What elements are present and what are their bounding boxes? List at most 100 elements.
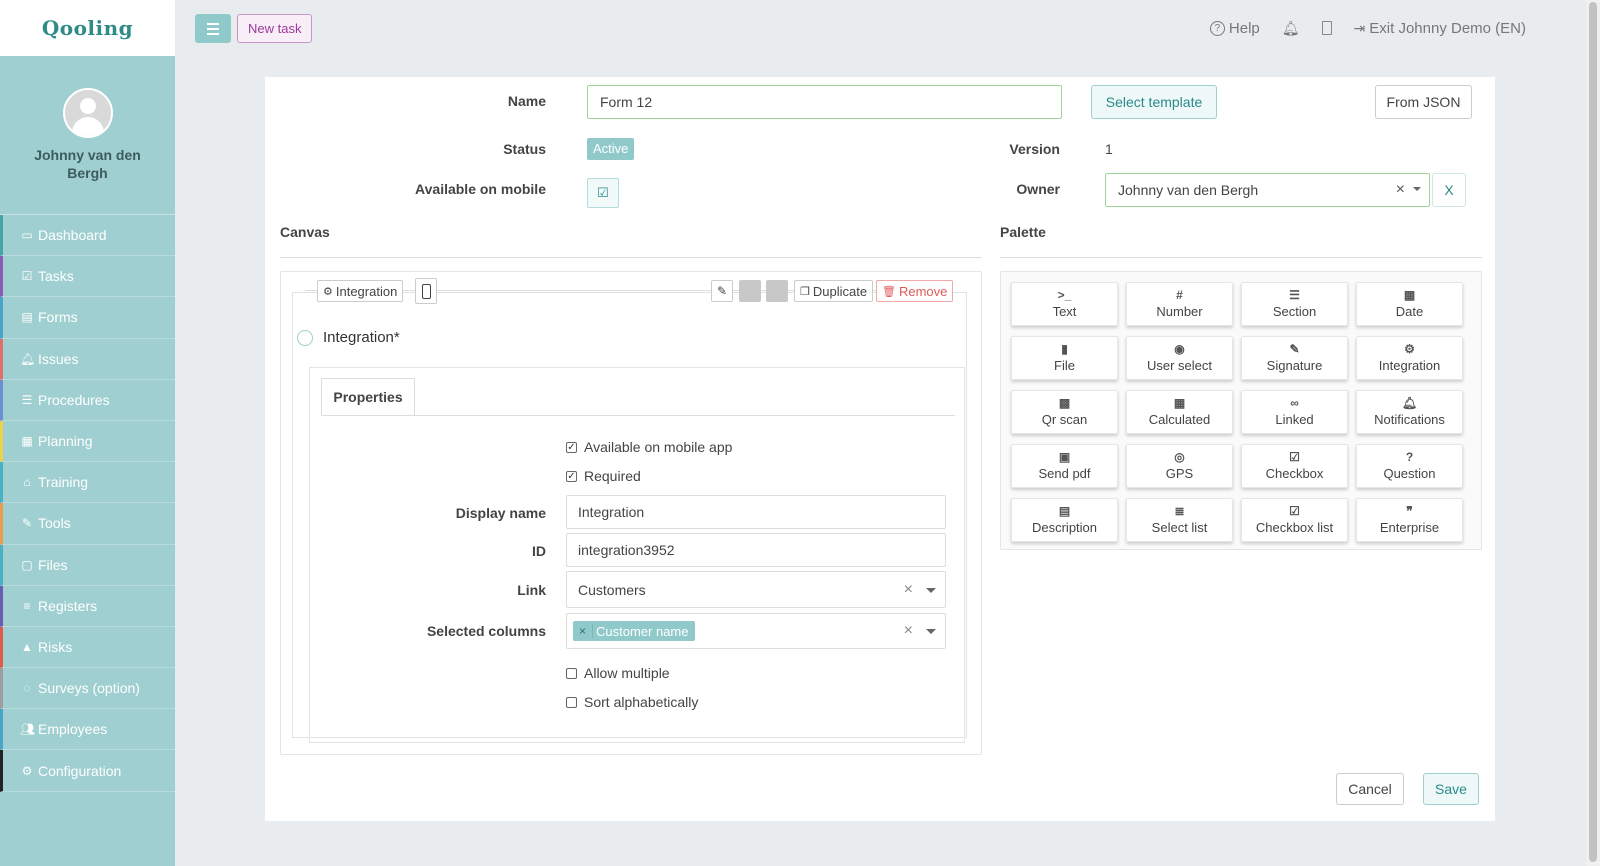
clear-icon[interactable]: × [904,581,913,599]
sidebar-item-procedures[interactable]: ☰ Procedures [0,379,175,421]
mobile-checkbox-toggle[interactable]: ☑ [587,178,619,208]
palette-item-integration[interactable]: ⚙ Integration [1356,336,1463,380]
palette-item-date[interactable]: ▦ Date [1356,282,1463,326]
allow-multiple-option[interactable]: Allow multiple [566,665,670,681]
palette-item-user-select[interactable]: ◉ User select [1126,336,1233,380]
clear-icon[interactable]: × [1396,181,1405,199]
move-up-button[interactable] [739,280,761,302]
duplicate-label: Duplicate [812,283,868,299]
version-value: 1 [1105,141,1113,157]
tab-properties[interactable]: Properties [321,378,415,416]
palette-item-text[interactable]: >_ Text [1011,282,1118,326]
palette-signature-icon: ✎ [1289,342,1300,356]
palette-item-checkbox[interactable]: ☑ Checkbox [1241,444,1348,488]
palette-item-checkbox-list[interactable]: ☑ Checkbox list [1241,498,1348,542]
palette-item-number[interactable]: # Number [1126,282,1233,326]
form-canvas[interactable]: Integration* Properties ✓ Available on m… [280,271,982,755]
palette-item-file[interactable]: ▮ File [1011,336,1118,380]
exit-link[interactable]: ⇥ Exit Johnny Demo (EN) [1354,20,1526,37]
sidebar-item-risks[interactable]: ▲ Risks [0,626,175,669]
selected-columns-select[interactable]: × Customer name × [566,613,946,649]
palette-item-label: Description [1031,520,1098,535]
display-name-input[interactable]: Integration [566,495,946,529]
help-link[interactable]: ? Help [1209,20,1260,37]
sidebar-item-issues[interactable]: 🔔︎ Issues [0,338,175,380]
palette-enterprise-icon: ❞ [1406,504,1413,518]
settings-wrench-button[interactable]: ✎ [711,280,733,302]
link-select[interactable]: Customers × [566,571,946,608]
sidebar-item-registers[interactable]: ≡ Registers [0,585,175,627]
sidebar-item-label: Employees [38,721,108,738]
chevron-down-icon[interactable] [1413,187,1421,191]
list-icon: ☰ [21,392,33,407]
palette-item-send-pdf[interactable]: ▣ Send pdf [1011,444,1118,488]
palette-item-label: Checkbox [1265,466,1324,481]
checkbox-checked[interactable]: ✓ [566,470,577,482]
from-json-button[interactable]: From JSON [1375,85,1472,119]
checkbox-unchecked[interactable] [566,696,577,708]
new-task-button[interactable]: New task [237,14,313,43]
palette-item-label: Notifications [1374,412,1445,427]
sort-alpha-option[interactable]: Sort alphabetically [566,694,698,710]
save-button[interactable]: Save [1423,773,1479,805]
sidebar-item-dashboard[interactable]: ▭ Dashboard [0,215,175,257]
palette-item-question[interactable]: ? Question [1356,444,1463,488]
remove-button[interactable]: 🗑︎ Remove [876,280,954,302]
sidebar-item-planning[interactable]: ▦ Planning [0,420,175,463]
palette-item-calculated[interactable]: ▦ Calculated [1126,390,1233,434]
app-logo[interactable]: Qooling [42,16,133,40]
mobile-app-option[interactable]: ✓ Available on mobile app [566,439,732,455]
palette-item-label: Integration [1378,358,1441,373]
palette-item-gps[interactable]: ◎ GPS [1126,444,1233,488]
users-icon: 👥︎ [20,722,36,737]
palette-item-linked[interactable]: ∞ Linked [1241,390,1348,434]
chevron-down-icon[interactable] [926,588,936,593]
clear-icon[interactable]: × [904,622,913,640]
checkbox-checked[interactable]: ✓ [566,441,577,453]
sidebar-item-tools[interactable]: ✎ Tools [0,503,175,545]
mobile-toggle-button[interactable] [415,278,437,304]
chevron-down-icon[interactable] [926,629,936,634]
bell-icon[interactable]: 🔔︎ [1282,20,1300,37]
owner-select[interactable]: Johnny van den Bergh × [1105,173,1430,207]
required-option[interactable]: ✓ Required [566,468,641,484]
palette-notifications-icon: 🔔︎ [1401,396,1418,410]
canvas-element[interactable]: Integration* Properties ✓ Available on m… [292,292,967,743]
name-input[interactable]: Form 12 [587,85,1062,119]
palette-select-list-icon: ≣ [1174,504,1185,518]
owner-clear-button[interactable]: X [1432,173,1466,207]
page-scrollbar[interactable] [1586,0,1600,866]
scrollbar-thumb[interactable] [1589,2,1597,862]
palette-item-qr-scan[interactable]: ▩ Qr scan [1011,390,1118,434]
sidebar-item-tasks[interactable]: ☑ Tasks [0,256,175,298]
sidebar-item-surveys-option[interactable]: ◌ Surveys (option) [0,668,175,710]
building-icon[interactable] [1321,21,1332,35]
logo-area[interactable]: Qooling [0,0,175,56]
avatar[interactable] [62,88,113,138]
id-input[interactable]: integration3952 [566,533,946,567]
duplicate-button[interactable]: ❐ Duplicate [794,280,874,302]
remove-tag-icon[interactable]: × [573,624,594,638]
sidebar-item-files[interactable]: ▢ Files [0,544,175,586]
palette-item-select-list[interactable]: ≣ Select list [1126,498,1233,542]
gear-icon: ⚙ [21,763,33,778]
sidebar-item-employees[interactable]: 👥︎ Employees [0,709,175,751]
hamburger-menu-button[interactable] [195,14,231,43]
palette-item-label: Qr scan [1041,412,1088,427]
palette-item-section[interactable]: ☰ Section [1241,282,1348,326]
palette-item-description[interactable]: ▤ Description [1011,498,1118,542]
palette-item-enterprise[interactable]: ❞ Enterprise [1356,498,1463,542]
element-drag-handle[interactable] [297,330,313,346]
palette-title: Palette [1000,224,1046,240]
sort-alpha-label: Sort alphabetically [584,694,699,710]
cancel-button[interactable]: Cancel [1336,773,1404,805]
sidebar-item-forms[interactable]: ▤ Forms [0,297,175,339]
sidebar-item-configuration[interactable]: ⚙ Configuration [0,750,175,792]
sidebar-item-training[interactable]: ⌂ Training [0,462,175,504]
element-type-chip[interactable]: ⚙ Integration [317,280,404,302]
move-down-button[interactable] [766,280,788,302]
checkbox-unchecked[interactable] [566,667,577,679]
palette-item-signature[interactable]: ✎ Signature [1241,336,1348,380]
palette-item-notifications[interactable]: 🔔︎ Notifications [1356,390,1463,434]
select-template-button[interactable]: Select template [1091,85,1217,119]
